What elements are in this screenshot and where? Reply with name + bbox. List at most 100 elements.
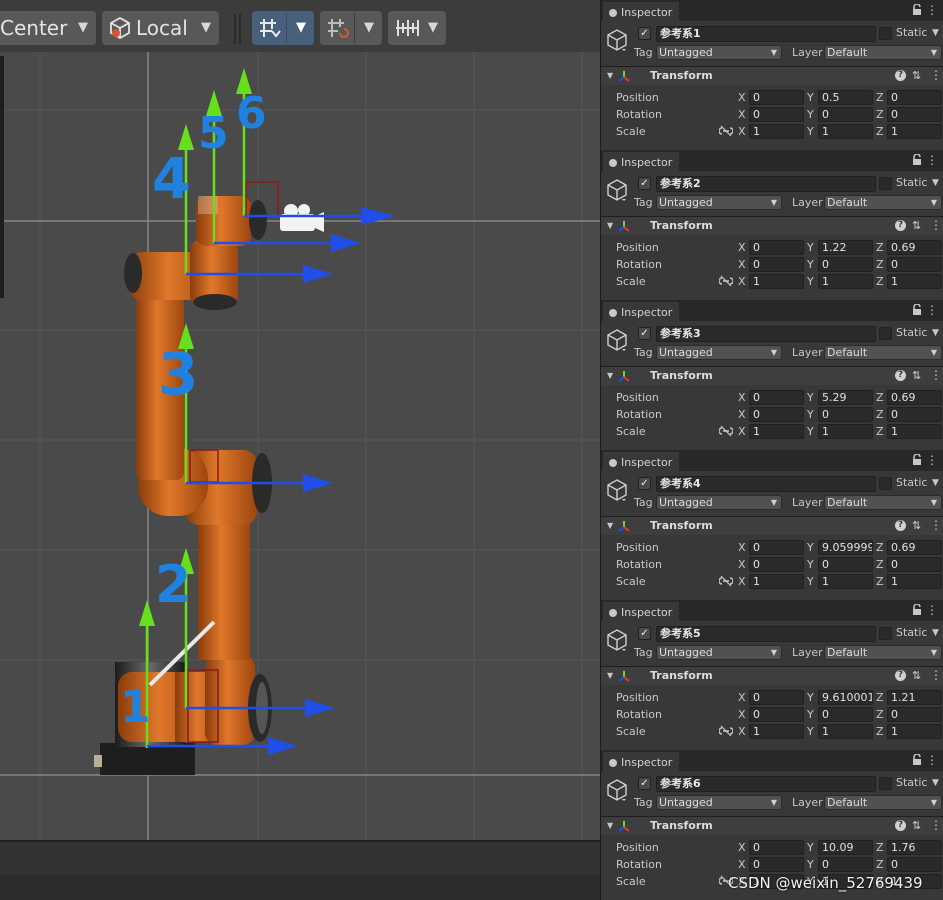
scale-y-field[interactable]: 1 [818, 124, 873, 139]
kebab-menu-icon[interactable]: ⋮ [926, 302, 938, 318]
presets-icon[interactable]: ⇅ [912, 668, 921, 683]
kebab-menu-icon[interactable]: ⋮ [930, 218, 942, 233]
gameobject-cube-icon[interactable] [606, 28, 628, 52]
scale-x-field[interactable]: 1 [749, 724, 804, 739]
position-z-field[interactable]: 0.69 [887, 240, 942, 255]
constrain-proportions-icon[interactable] [719, 125, 733, 137]
position-y-field[interactable]: 5.29 [818, 390, 873, 405]
static-checkbox[interactable] [879, 477, 892, 490]
scale-z-field[interactable]: 1 [887, 424, 942, 439]
scale-x-field[interactable]: 1 [749, 274, 804, 289]
static-checkbox[interactable] [879, 627, 892, 640]
presets-icon[interactable]: ⇅ [912, 818, 921, 833]
layer-dropdown[interactable]: Default ▼ [824, 495, 942, 510]
layer-dropdown[interactable]: Default ▼ [824, 45, 942, 60]
position-x-field[interactable]: 0 [749, 390, 804, 405]
kebab-menu-icon[interactable]: ⋮ [930, 518, 942, 533]
kebab-menu-icon[interactable]: ⋮ [930, 68, 942, 83]
position-z-field[interactable]: 0 [887, 90, 942, 105]
scale-z-field[interactable]: 1 [887, 124, 942, 139]
gameobject-cube-icon[interactable] [606, 628, 628, 652]
layer-dropdown[interactable]: Default ▼ [824, 195, 942, 210]
object-name-field[interactable]: 参考系2 [656, 176, 876, 192]
position-y-field[interactable]: 10.09 [818, 840, 873, 855]
scale-z-field[interactable]: 1 [887, 574, 942, 589]
tag-dropdown[interactable]: Untagged ▼ [656, 45, 782, 60]
layer-dropdown[interactable]: Default ▼ [824, 645, 942, 660]
active-checkbox[interactable]: ✓ [638, 177, 651, 190]
kebab-menu-icon[interactable]: ⋮ [926, 752, 938, 768]
active-checkbox[interactable]: ✓ [638, 327, 651, 340]
transform-header[interactable]: ▼ Transform ? ⇅ ⋮ [601, 817, 943, 835]
scale-z-field[interactable]: 1 [887, 274, 942, 289]
position-x-field[interactable]: 0 [749, 840, 804, 855]
rotation-z-field[interactable]: 0 [887, 407, 942, 422]
chevron-down-icon[interactable]: ▼ [932, 626, 939, 640]
foldout-arrow-icon[interactable]: ▼ [607, 820, 613, 832]
tab-inspector[interactable]: Inspector [603, 302, 679, 321]
position-y-field[interactable]: 0.5 [818, 90, 873, 105]
tab-inspector[interactable]: Inspector [603, 602, 679, 621]
gameobject-cube-icon[interactable] [606, 478, 628, 502]
constrain-proportions-icon[interactable] [719, 575, 733, 587]
transform-header[interactable]: ▼ Transform ? ⇅ ⋮ [601, 217, 943, 235]
constrain-proportions-icon[interactable] [719, 425, 733, 437]
object-name-field[interactable]: 参考系6 [656, 776, 876, 792]
transform-header[interactable]: ▼ Transform ? ⇅ ⋮ [601, 517, 943, 535]
active-checkbox[interactable]: ✓ [638, 477, 651, 490]
help-icon[interactable]: ? [895, 220, 906, 231]
scene-canvas[interactable]: 1 2 3 4 5 6 [0, 0, 600, 900]
active-checkbox[interactable]: ✓ [638, 627, 651, 640]
scale-y-field[interactable]: 1 [818, 724, 873, 739]
scene-view[interactable]: 1 2 3 4 5 6 Center ▼ Local ▼ ▼ ▼ ▼ [0, 0, 600, 900]
rotation-z-field[interactable]: 0 [887, 707, 942, 722]
tab-inspector[interactable]: Inspector [603, 452, 679, 471]
pivot-position-dropdown[interactable]: Center ▼ [0, 11, 96, 45]
object-name-field[interactable]: 参考系5 [656, 626, 876, 642]
rotation-z-field[interactable]: 0 [887, 857, 942, 872]
rotation-x-field[interactable]: 0 [749, 857, 804, 872]
position-y-field[interactable]: 9.059999 [818, 540, 873, 555]
constrain-proportions-icon[interactable] [719, 275, 733, 287]
kebab-menu-icon[interactable]: ⋮ [926, 602, 938, 618]
constrain-proportions-icon[interactable] [719, 725, 733, 737]
position-x-field[interactable]: 0 [749, 240, 804, 255]
layer-dropdown[interactable]: Default ▼ [824, 345, 942, 360]
kebab-menu-icon[interactable]: ⋮ [926, 152, 938, 168]
camera-gizmo-icon[interactable] [280, 204, 324, 232]
rotation-x-field[interactable]: 0 [749, 257, 804, 272]
foldout-arrow-icon[interactable]: ▼ [607, 670, 613, 682]
help-icon[interactable]: ? [895, 70, 906, 81]
transform-header[interactable]: ▼ Transform ? ⇅ ⋮ [601, 667, 943, 685]
gameobject-cube-icon[interactable] [606, 178, 628, 202]
active-checkbox[interactable]: ✓ [638, 27, 651, 40]
foldout-arrow-icon[interactable]: ▼ [607, 220, 613, 232]
help-icon[interactable]: ? [895, 670, 906, 681]
rotation-z-field[interactable]: 0 [887, 557, 942, 572]
rotation-y-field[interactable]: 0 [818, 857, 873, 872]
active-checkbox[interactable]: ✓ [638, 777, 651, 790]
kebab-menu-icon[interactable]: ⋮ [926, 452, 938, 468]
rotation-z-field[interactable]: 0 [887, 107, 942, 122]
foldout-arrow-icon[interactable]: ▼ [607, 370, 613, 382]
grid-snap-toggle[interactable]: ▼ [252, 11, 314, 45]
gameobject-cube-icon[interactable] [606, 328, 628, 352]
chevron-down-icon[interactable]: ▼ [932, 776, 939, 790]
lock-icon[interactable] [912, 4, 922, 16]
scale-y-field[interactable]: 1 [818, 274, 873, 289]
object-name-field[interactable]: 参考系3 [656, 326, 876, 342]
layer-dropdown[interactable]: Default ▼ [824, 795, 942, 810]
tag-dropdown[interactable]: Untagged ▼ [656, 195, 782, 210]
pivot-rotation-dropdown[interactable]: Local ▼ [102, 11, 219, 45]
kebab-menu-icon[interactable]: ⋮ [926, 2, 938, 18]
tab-inspector[interactable]: Inspector [603, 752, 679, 771]
position-z-field[interactable]: 1.76 [887, 840, 942, 855]
transform-header[interactable]: ▼ Transform ? ⇅ ⋮ [601, 67, 943, 85]
lock-icon[interactable] [912, 754, 922, 766]
rotation-x-field[interactable]: 0 [749, 407, 804, 422]
gameobject-cube-icon[interactable] [606, 778, 628, 802]
lock-icon[interactable] [912, 154, 922, 166]
foldout-arrow-icon[interactable]: ▼ [607, 70, 613, 82]
position-z-field[interactable]: 0.69 [887, 390, 942, 405]
presets-icon[interactable]: ⇅ [912, 368, 921, 383]
